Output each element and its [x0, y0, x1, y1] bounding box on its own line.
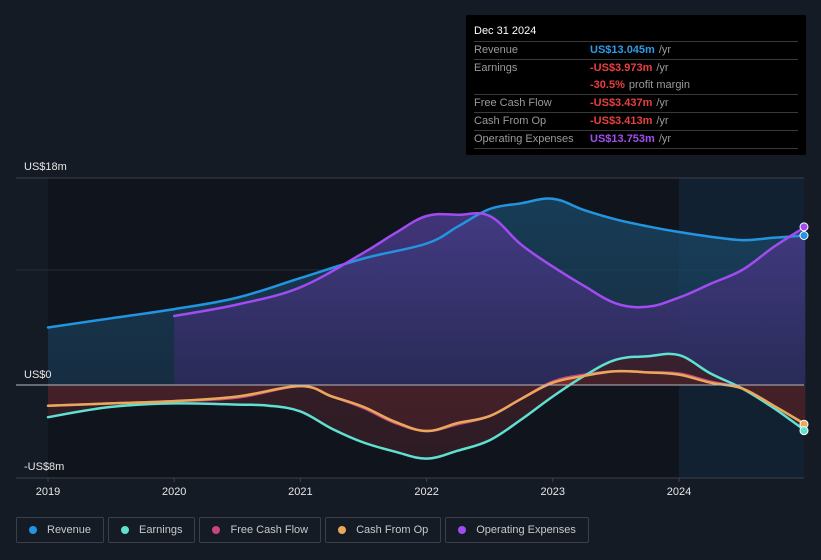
end-marker-earnings — [799, 426, 809, 436]
end-marker-revenue — [799, 231, 809, 240]
x-tick-label: 2024 — [667, 486, 691, 498]
legend-item-cash-from-op[interactable]: Cash From Op — [325, 517, 442, 543]
tooltip-row-value: US$13.045m — [590, 44, 655, 56]
tooltip-row-unit: /yr — [658, 133, 672, 145]
legend-label: Revenue — [47, 524, 92, 536]
tooltip-row: Operating Expenses US$13.753m/yr — [474, 131, 798, 149]
x-tick-label: 2022 — [414, 486, 438, 498]
tooltip-row-unit: /yr — [656, 62, 669, 74]
tooltip-row: -30.5% profit margin — [474, 77, 798, 95]
tooltip-row-unit: /yr — [656, 115, 669, 127]
tooltip-row-label — [474, 77, 590, 94]
tooltip-row-label: Earnings — [474, 62, 518, 74]
tooltip-row-label: Operating Expenses — [474, 133, 574, 145]
legend-label: Cash From Op — [356, 524, 429, 536]
tooltip-row-unit: /yr — [656, 97, 669, 109]
legend-dot-icon — [29, 526, 37, 534]
y-tick-label: US$0 — [24, 369, 52, 381]
legend-item-earnings[interactable]: Earnings — [108, 517, 196, 543]
x-tick-label: 2023 — [541, 486, 565, 498]
tooltip-row-label: Cash From Op — [474, 115, 547, 127]
tooltip-row-value: US$13.753m — [590, 133, 655, 145]
tooltip-row-value: -US$3.973m — [590, 62, 653, 74]
legend-dot-icon — [212, 526, 221, 534]
legend-label: Earnings — [139, 524, 183, 536]
legend-dot-icon — [458, 526, 467, 534]
y-tick-label: -US$8m — [24, 461, 64, 473]
legend-item-operating-expenses[interactable]: Operating Expenses — [445, 517, 589, 543]
legend: Revenue Earnings Free Cash Flow Cash From O… — [16, 517, 589, 543]
y-tick-label: US$18m — [24, 161, 67, 173]
tooltip-row-label: Free Cash Flow — [474, 97, 552, 109]
tooltip-row-value: -30.5% — [590, 79, 625, 91]
end-marker-operating-expenses — [799, 222, 809, 232]
legend-item-revenue[interactable]: Revenue — [16, 517, 105, 543]
legend-label: Free Cash Flow — [230, 524, 309, 536]
tooltip-row-unit: /yr — [658, 44, 672, 56]
tooltip-row-unit: profit margin — [628, 79, 690, 91]
legend-dot-icon — [338, 526, 347, 534]
tooltip-panel: Dec 31 2024 Revenue US$13.045m/yr Earnings… — [466, 15, 806, 155]
x-tick-label: 2019 — [36, 486, 60, 498]
tooltip-row: Revenue US$13.045m/yr — [474, 42, 798, 60]
tooltip-row: Free Cash Flow -US$3.437m/yr — [474, 95, 798, 113]
legend-label: Operating Expenses — [476, 524, 576, 536]
x-tick-label: 2021 — [288, 486, 312, 498]
legend-item-free-cash-flow[interactable]: Free Cash Flow — [199, 517, 322, 543]
tooltip-row-value: -US$3.437m — [590, 97, 653, 109]
tooltip-row: Cash From Op -US$3.413m/yr — [474, 113, 798, 131]
tooltip-row-value: -US$3.413m — [590, 115, 653, 127]
x-tick-label: 2020 — [162, 486, 186, 498]
tooltip-row: Earnings -US$3.973m/yr — [474, 60, 798, 77]
tooltip-date: Dec 31 2024 — [474, 23, 798, 42]
legend-dot-icon — [121, 526, 130, 534]
tooltip-row-label: Revenue — [474, 44, 519, 56]
